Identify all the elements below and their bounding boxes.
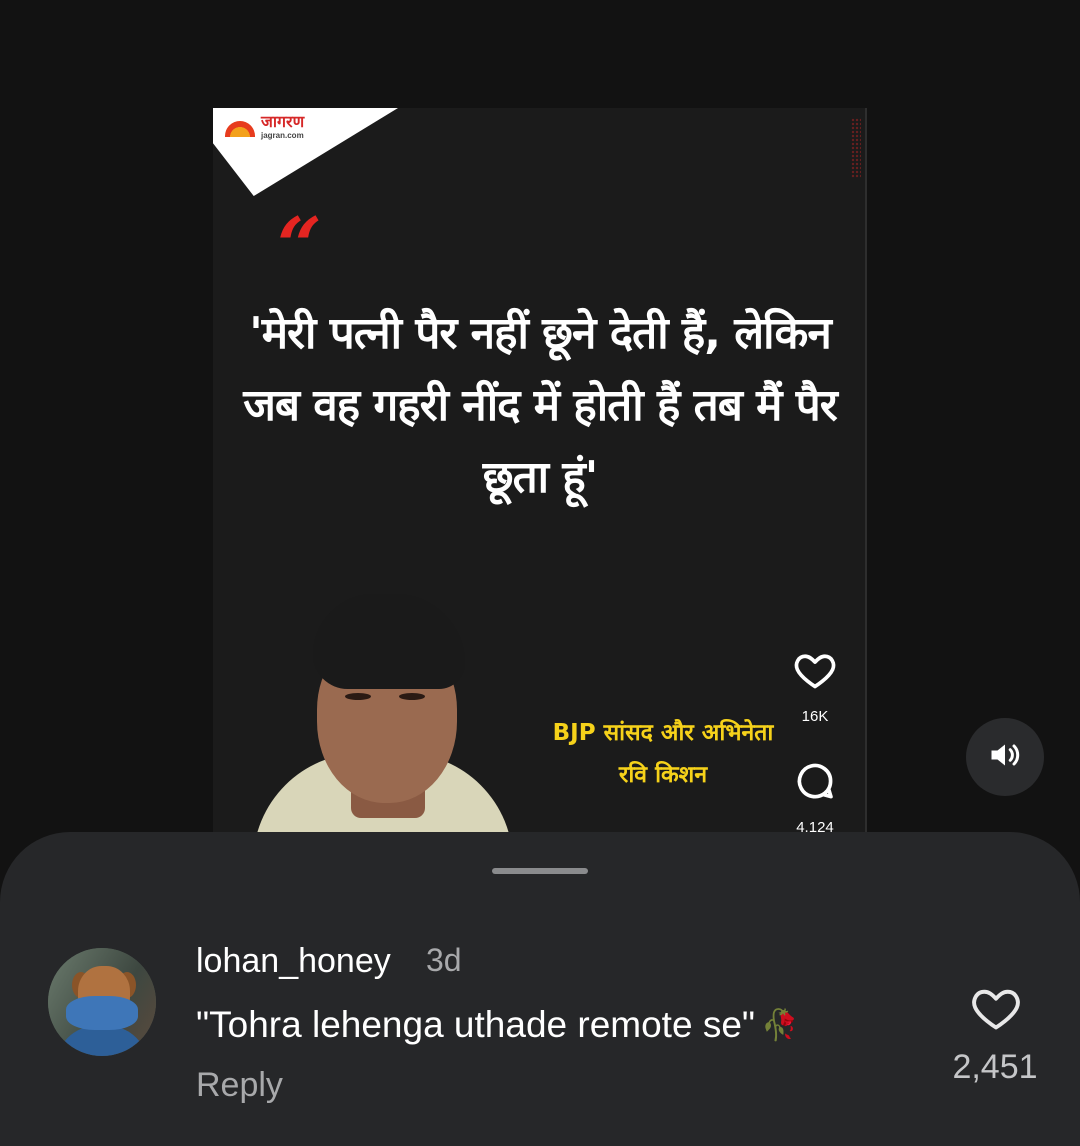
heart-icon[interactable] [793, 648, 837, 692]
publisher-logo: जागरण jagran.com [225, 114, 304, 140]
person-photo [253, 588, 513, 848]
publisher-domain: jagran.com [261, 131, 304, 140]
quote-mark: “ [277, 201, 322, 292]
caption-name: रवि किशन [618, 762, 708, 788]
post-media[interactable]: जागरण jagran.com “ 'मेरी पत्नी पैर नहीं … [213, 108, 867, 848]
heart-icon[interactable] [970, 982, 1022, 1034]
like-count: 16K [801, 708, 829, 725]
comment-body: "Tohra lehenga uthade remote se" [196, 1004, 756, 1045]
quote-text: 'मेरी पत्नी पैर नहीं छूने देती हैं, लेकि… [243, 308, 838, 503]
wilted-rose-emoji: 🥀 [761, 1008, 799, 1042]
comments-sheet: lohan_honey 3d "Tohra lehenga uthade rem… [0, 832, 1080, 1146]
reply-button[interactable]: Reply [196, 1066, 283, 1105]
caption-title: BJP सांसद और अभिनेता [552, 720, 774, 746]
comment-username[interactable]: lohan_honey [196, 942, 391, 981]
photo-caption: BJP सांसद और अभिनेता रवि किशन [513, 712, 813, 796]
publisher-name: जागरण [261, 112, 305, 131]
speaker-icon [987, 737, 1023, 778]
comment-like-count: 2,451 [952, 1048, 1038, 1086]
avatar[interactable] [48, 948, 156, 1056]
sun-logo-icon [225, 121, 255, 137]
sound-toggle-button[interactable] [966, 718, 1044, 796]
sheet-drag-handle[interactable] [492, 868, 588, 874]
comment-timestamp: 3d [426, 942, 462, 978]
comment-text: "Tohra lehenga uthade remote se" 🥀 [196, 1004, 798, 1046]
reel-viewer: जागरण jagran.com “ 'मेरी पत्नी पैर नहीं … [0, 0, 1080, 1146]
comment-bubble-icon[interactable] [793, 760, 837, 804]
